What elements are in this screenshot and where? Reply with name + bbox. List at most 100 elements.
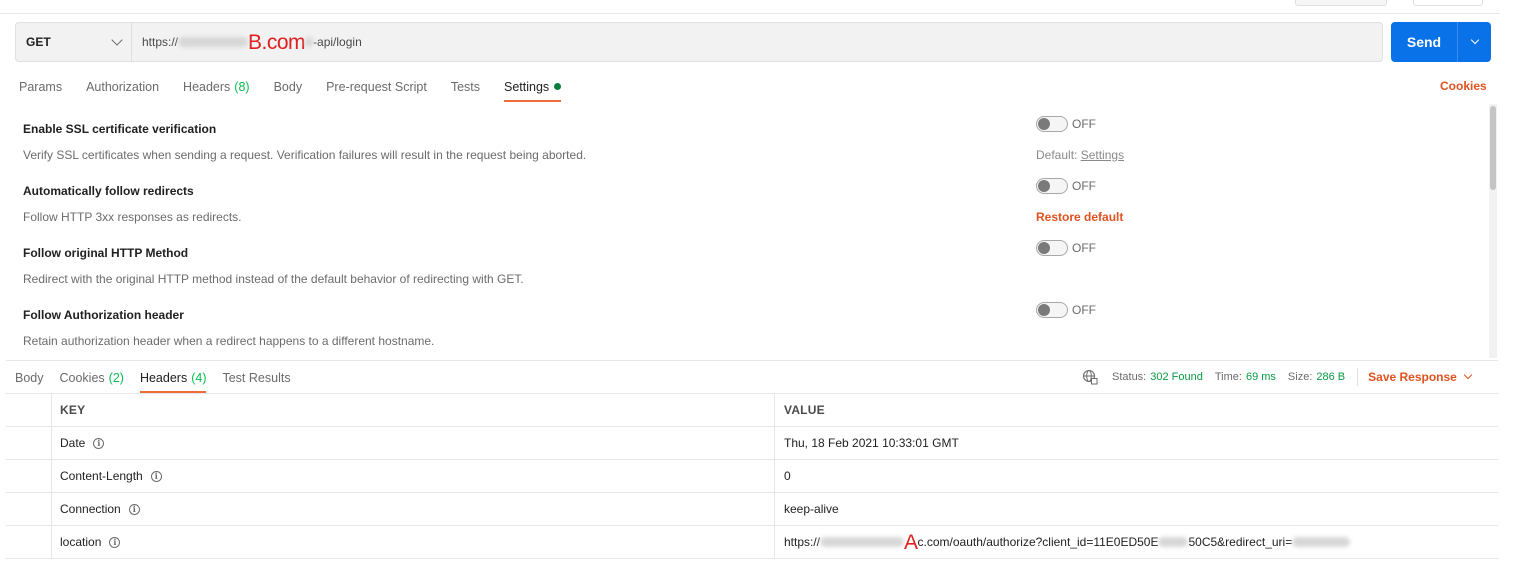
tab-params[interactable]: Params bbox=[19, 72, 62, 101]
setting-description: Follow HTTP 3xx responses as redirects. bbox=[23, 210, 242, 224]
info-icon[interactable]: i bbox=[128, 503, 140, 515]
table-lead-cell bbox=[6, 526, 52, 558]
restore-default-link[interactable]: Restore default bbox=[1036, 210, 1123, 224]
setting-toggle: OFF bbox=[1036, 240, 1096, 256]
setting-toggle: OFF bbox=[1036, 116, 1096, 132]
setting-description: Redirect with the original HTTP method i… bbox=[23, 272, 524, 286]
send-button-group: Send bbox=[1391, 22, 1491, 62]
info-icon[interactable]: i bbox=[93, 437, 105, 449]
status-value[interactable]: 302 Found bbox=[1150, 371, 1203, 383]
table-row: Date i Thu, 18 Feb 2021 10:33:01 GMT bbox=[6, 427, 1498, 460]
toggle-switch[interactable] bbox=[1036, 302, 1068, 318]
header-value: Thu, 18 Feb 2021 10:33:01 GMT bbox=[784, 436, 959, 450]
tab-authorization[interactable]: Authorization bbox=[86, 72, 159, 101]
url-suffix: -api/login bbox=[313, 35, 362, 49]
method-select[interactable]: GET bbox=[16, 23, 132, 61]
response-tab-headers[interactable]: Headers (4) bbox=[139, 363, 207, 393]
table-lead-cell bbox=[6, 394, 52, 426]
tab-label: Body bbox=[273, 79, 303, 94]
toolbar-button-partial[interactable] bbox=[1295, 0, 1387, 6]
header-value: keep-alive bbox=[784, 502, 839, 516]
settings-scrollbar[interactable] bbox=[1489, 104, 1497, 358]
setting-ssl-verification: Enable SSL certificate verification Veri… bbox=[23, 116, 1483, 162]
send-options-button[interactable] bbox=[1457, 22, 1491, 62]
column-header-value: VALUE bbox=[784, 403, 825, 417]
info-icon[interactable]: i bbox=[150, 470, 162, 482]
tab-body[interactable]: Body bbox=[274, 72, 303, 101]
info-icon[interactable]: i bbox=[109, 536, 121, 548]
setting-title: Follow original HTTP Method bbox=[23, 246, 189, 260]
response-tab-test-results[interactable]: Test Results bbox=[222, 363, 290, 392]
toggle-knob bbox=[1038, 242, 1050, 254]
tab-label: Body bbox=[15, 370, 44, 385]
toggle-state: OFF bbox=[1072, 241, 1096, 255]
tab-label: Params bbox=[19, 79, 63, 94]
toggle-state: OFF bbox=[1072, 179, 1096, 193]
tab-tests[interactable]: Tests bbox=[451, 72, 480, 101]
location-prefix: https:// bbox=[784, 535, 821, 549]
chevron-down-icon bbox=[1470, 35, 1479, 45]
response-tabs: Body Cookies (2) Headers (4) Test Results bbox=[15, 363, 307, 393]
response-tab-body[interactable]: Body bbox=[15, 363, 44, 392]
redacted-text bbox=[1158, 537, 1189, 547]
cookies-link[interactable]: Cookies bbox=[1440, 79, 1487, 93]
setting-title: Automatically follow redirects bbox=[23, 184, 194, 198]
header-value: https:// A c.com/oauth/authorize?client_… bbox=[775, 526, 1498, 558]
method-label: GET bbox=[26, 35, 51, 49]
url-annotation: B.com bbox=[248, 30, 306, 54]
response-tab-cookies[interactable]: Cookies (2) bbox=[60, 363, 124, 392]
header-value: 0 bbox=[784, 469, 791, 483]
pane-divider[interactable] bbox=[6, 360, 1498, 361]
toggle-state: OFF bbox=[1072, 303, 1096, 317]
setting-toggle: OFF bbox=[1036, 302, 1096, 318]
redacted-text bbox=[305, 37, 314, 47]
status-label: Status: bbox=[1112, 371, 1147, 383]
tab-label: Headers bbox=[183, 79, 231, 94]
setting-title: Follow Authorization header bbox=[23, 308, 184, 322]
table-lead-cell bbox=[6, 427, 52, 459]
redacted-text bbox=[1292, 537, 1351, 547]
toggle-switch[interactable] bbox=[1036, 240, 1068, 256]
tab-label: Pre-request Script bbox=[326, 79, 427, 94]
table-row: location i https:// A c.com/oauth/authori… bbox=[6, 526, 1498, 559]
location-suffix-2: 50C5&redirect_uri= bbox=[1188, 535, 1293, 549]
tab-headers[interactable]: Headers (8) bbox=[183, 72, 250, 101]
scrollbar-thumb[interactable] bbox=[1490, 106, 1496, 190]
default-label: Default: bbox=[1036, 148, 1078, 162]
settings-panel: Enable SSL certificate verification Veri… bbox=[0, 104, 1488, 358]
header-key: Content-Length i bbox=[52, 460, 775, 492]
toggle-knob bbox=[1038, 304, 1050, 316]
tab-settings[interactable]: Settings bbox=[504, 72, 562, 102]
setting-follow-authorization: Follow Authorization header Retain autho… bbox=[23, 302, 1483, 348]
globe-icon[interactable] bbox=[1082, 369, 1098, 385]
url-input[interactable]: https:// B.com -api/login bbox=[132, 23, 1382, 61]
setting-description: Verify SSL certificates when sending a r… bbox=[23, 148, 587, 162]
table-lead-cell bbox=[6, 460, 52, 492]
size-label: Size: bbox=[1287, 371, 1313, 383]
response-headers-table: KEY VALUE Date i Thu, 18 Feb 2021 10:33:0… bbox=[6, 393, 1498, 559]
tab-count-badge: (8) bbox=[234, 79, 250, 94]
top-strip bbox=[0, 0, 1500, 14]
send-button[interactable]: Send bbox=[1391, 22, 1457, 62]
settings-link[interactable]: Settings bbox=[1081, 148, 1124, 162]
setting-title: Enable SSL certificate verification bbox=[23, 122, 217, 136]
save-response-label: Save Response bbox=[1368, 370, 1457, 384]
toggle-knob bbox=[1038, 180, 1050, 192]
setting-toggle: OFF bbox=[1036, 178, 1096, 194]
toggle-switch[interactable] bbox=[1036, 178, 1068, 194]
tab-pre-request-script[interactable]: Pre-request Script bbox=[326, 72, 427, 101]
toggle-switch[interactable] bbox=[1036, 116, 1068, 132]
time-value[interactable]: 69 ms bbox=[1246, 371, 1276, 383]
tab-count-badge: (4) bbox=[191, 370, 207, 385]
size-value[interactable]: 286 B bbox=[1316, 371, 1345, 383]
setting-description: Retain authorization header when a redir… bbox=[23, 334, 435, 348]
table-row: Connection i keep-alive bbox=[6, 493, 1498, 526]
save-response-button[interactable]: Save Response bbox=[1368, 370, 1473, 384]
header-key-text: Content-Length bbox=[60, 469, 143, 483]
header-key-text: location bbox=[60, 535, 102, 549]
header-key-text: Connection bbox=[60, 502, 121, 516]
setting-follow-original-method: Follow original HTTP Method Redirect wit… bbox=[23, 240, 1483, 286]
toolbar-button-partial[interactable] bbox=[1413, 0, 1483, 6]
request-tabs: Params Authorization Headers (8) Body Pre… bbox=[19, 72, 585, 102]
table-row: Content-Length i 0 bbox=[6, 460, 1498, 493]
